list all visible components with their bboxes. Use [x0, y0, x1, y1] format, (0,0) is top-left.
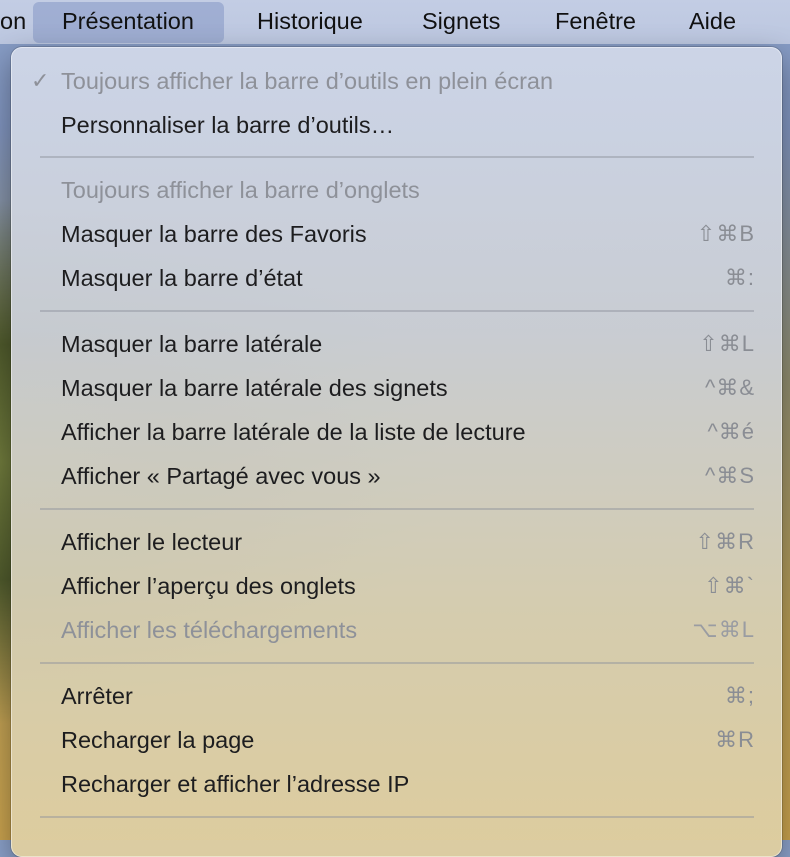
menu-item-reload-page[interactable]: Recharger la page ⌘R — [11, 718, 782, 762]
keyboard-shortcut: ^⌘é — [707, 419, 755, 444]
menu-item-hide-status-bar[interactable]: Masquer la barre d’état ⌘: — [11, 256, 782, 300]
menu-item-stop[interactable]: Arrêter ⌘; — [11, 674, 782, 718]
menu-separator — [40, 508, 754, 510]
keyboard-shortcut: ⌘R — [715, 727, 755, 752]
menu-item-label: Afficher les téléchargements — [61, 617, 358, 643]
menu-item-show-reading-list-sidebar[interactable]: Afficher la barre latérale de la liste d… — [11, 410, 782, 454]
menu-item-hide-favorites-bar[interactable]: Masquer la barre des Favoris ⇧⌘B — [11, 212, 782, 256]
menu-item-always-show-tab-bar: Toujours afficher la barre d’onglets — [11, 168, 782, 212]
keyboard-shortcut: ⌘: — [724, 265, 755, 290]
menubar-item-presentation[interactable]: Présentation — [33, 2, 224, 43]
menu-separator — [40, 662, 754, 664]
checkmark-icon: ✓ — [31, 68, 50, 93]
menu-separator — [40, 816, 754, 818]
menu-item-label: Personnaliser la barre d’outils… — [61, 112, 395, 138]
menubar-item-partial[interactable]: on — [0, 0, 26, 44]
menu-item-label: Afficher le lecteur — [61, 529, 243, 555]
menu-item-label: Masquer la barre des Favoris — [61, 221, 367, 247]
menu-item-show-shared-with-you[interactable]: Afficher « Partagé avec vous » ^⌘S — [11, 454, 782, 498]
menu-separator — [40, 310, 754, 312]
menu-item-label: Afficher « Partagé avec vous » — [61, 463, 381, 489]
menu-item-label: Masquer la barre latérale des signets — [61, 375, 448, 401]
menubar-item-historique[interactable]: Historique — [257, 0, 363, 44]
menu-item-label: Masquer la barre latérale — [61, 331, 323, 357]
menubar-item-fenetre[interactable]: Fenêtre — [555, 0, 636, 44]
menu-item-label: Toujours afficher la barre d’outils en p… — [61, 68, 554, 94]
keyboard-shortcut: ⌥⌘L — [692, 617, 755, 642]
menu-item-label: Recharger la page — [61, 727, 255, 753]
menubar-item-signets[interactable]: Signets — [422, 0, 500, 44]
menu-item-always-show-toolbar-fullscreen: ✓ Toujours afficher la barre d’outils en… — [11, 59, 782, 103]
keyboard-shortcut: ⌘; — [724, 683, 755, 708]
presentation-dropdown-menu: ✓ Toujours afficher la barre d’outils en… — [11, 47, 782, 857]
menu-item-show-reader[interactable]: Afficher le lecteur ⇧⌘R — [11, 520, 782, 564]
keyboard-shortcut: ⇧⌘` — [704, 573, 755, 598]
menubar-item-aide[interactable]: Aide — [689, 0, 736, 44]
menu-item-show-tab-overview[interactable]: Afficher l’aperçu des onglets ⇧⌘` — [11, 564, 782, 608]
menu-item-reload-show-ip[interactable]: Recharger et afficher l’adresse IP — [11, 762, 782, 806]
keyboard-shortcut: ⇧⌘L — [699, 331, 755, 356]
menu-item-label: Recharger et afficher l’adresse IP — [61, 771, 410, 797]
keyboard-shortcut: ⇧⌘B — [696, 221, 755, 246]
menu-item-label: Afficher la barre latérale de la liste d… — [61, 419, 526, 445]
keyboard-shortcut: ^⌘& — [705, 375, 755, 400]
menu-item-label: Arrêter — [61, 683, 133, 709]
menu-item-label: Toujours afficher la barre d’onglets — [61, 177, 420, 203]
keyboard-shortcut: ^⌘S — [705, 463, 755, 488]
menu-separator — [40, 156, 754, 158]
menu-item-label: Afficher l’aperçu des onglets — [61, 573, 356, 599]
keyboard-shortcut: ⇧⌘R — [695, 529, 755, 554]
menu-item-hide-bookmarks-sidebar[interactable]: Masquer la barre latérale des signets ^⌘… — [11, 366, 782, 410]
menu-bar: on Présentation Historique Signets Fenêt… — [0, 0, 790, 44]
menu-item-show-downloads: Afficher les téléchargements ⌥⌘L — [11, 608, 782, 652]
menu-item-label: Masquer la barre d’état — [61, 265, 303, 291]
menu-item-hide-sidebar[interactable]: Masquer la barre latérale ⇧⌘L — [11, 322, 782, 366]
menu-item-customize-toolbar[interactable]: Personnaliser la barre d’outils… — [11, 103, 782, 147]
